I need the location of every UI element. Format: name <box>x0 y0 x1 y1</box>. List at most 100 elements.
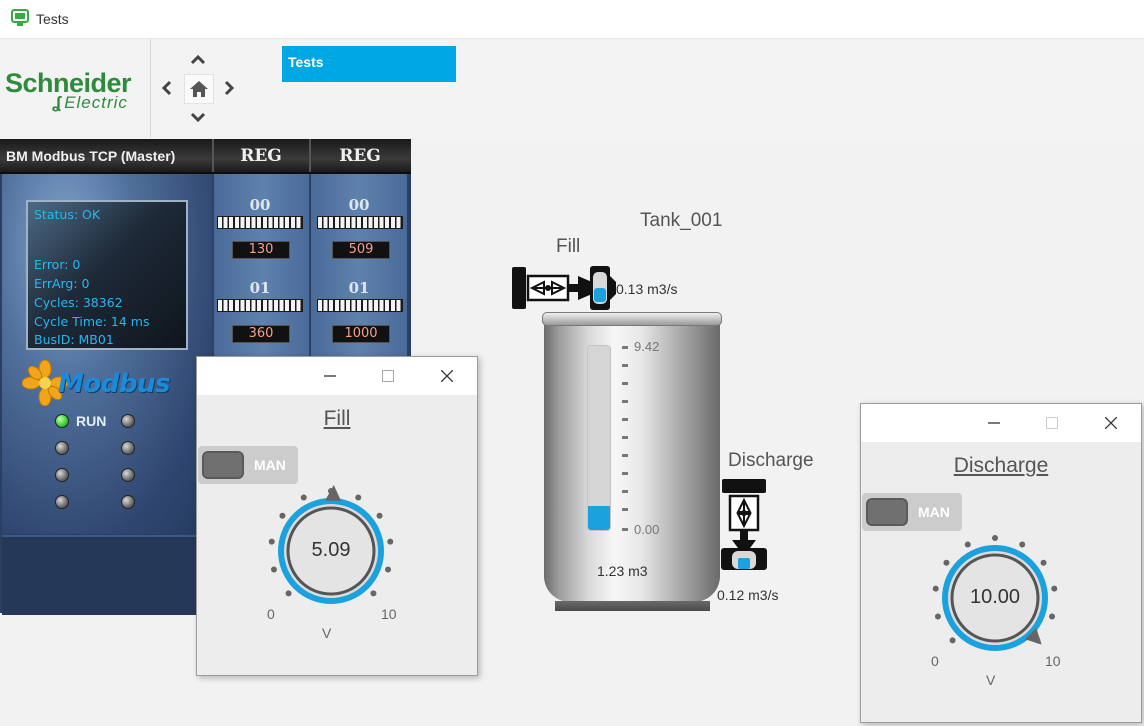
fill-knob-max: 10 <box>381 606 397 622</box>
knob-pointer <box>325 485 342 502</box>
fill-mode-label: MAN <box>254 457 286 473</box>
busid-text: BusID: MB01 <box>34 332 114 347</box>
reg-header-1: REG <box>240 146 282 166</box>
run-led <box>55 414 69 428</box>
discharge-mode-label: MAN <box>918 504 950 520</box>
modbus-logo: Modbus <box>58 369 170 399</box>
reg-index: 00 <box>348 196 370 214</box>
knob-scale-dot <box>1019 541 1026 548</box>
reg-bitbar <box>217 216 303 229</box>
discharge-mode-toggle[interactable]: MAN <box>862 493 962 531</box>
fill-mode-toggle[interactable]: MAN <box>198 446 298 484</box>
scale-tick <box>622 400 628 403</box>
knob-scale-dot <box>1040 559 1047 566</box>
knob-scale-dot <box>300 494 307 501</box>
reg-value: 130 <box>232 241 290 259</box>
run-label: RUN <box>76 413 107 429</box>
home-icon <box>190 81 208 97</box>
knob-scale-dot <box>279 512 286 519</box>
status-led <box>121 495 135 509</box>
scale-tick <box>622 454 628 457</box>
knob-scale-dot <box>376 512 383 519</box>
header-divider <box>309 139 311 172</box>
cycles-text: Cycles: 38362 <box>34 295 123 310</box>
knob-scale-dot <box>964 541 971 548</box>
nav-up-button[interactable] <box>185 46 211 72</box>
status-led <box>55 495 69 509</box>
minimize-button[interactable] <box>317 363 343 389</box>
brand-logo-icon: ʆ <box>52 93 63 112</box>
reg-index: 01 <box>249 279 271 297</box>
status-led <box>121 414 135 428</box>
chevron-up-icon <box>190 54 206 65</box>
knob-scale-dot <box>992 535 998 541</box>
reg-header-2: REG <box>339 146 381 166</box>
reg-bitbar <box>317 299 403 312</box>
brand-logo-sub: ʆ Electric <box>52 93 128 113</box>
scale-tick <box>622 418 628 421</box>
reg-value: 360 <box>232 325 290 343</box>
maximize-button[interactable] <box>375 363 401 389</box>
modbus-header-title: BM Modbus TCP (Master) <box>6 148 176 164</box>
scale-tick <box>622 508 628 511</box>
scale-tick <box>622 346 628 349</box>
reg-bitbar <box>317 216 403 229</box>
minimize-icon <box>324 375 336 377</box>
tank-name: Tank_001 <box>640 210 723 231</box>
tank-level-fill <box>588 506 610 530</box>
minimize-icon <box>988 422 1000 424</box>
knob-scale-dot <box>285 590 292 597</box>
knob-scale-dot <box>370 590 377 597</box>
close-button[interactable] <box>1098 410 1124 436</box>
maximize-icon <box>1046 417 1058 429</box>
scale-max-label: 9.42 <box>634 339 660 354</box>
maximize-icon <box>382 370 394 382</box>
knob-scale-dot <box>934 613 941 620</box>
reg-index: 00 <box>249 196 271 214</box>
chevron-down-icon <box>190 112 206 123</box>
nav-forward-button[interactable] <box>216 75 242 101</box>
nav-home-button[interactable] <box>184 74 214 104</box>
fill-valve-icon[interactable] <box>508 262 616 319</box>
fill-knob-unit: V <box>322 625 332 641</box>
tank-base <box>555 601 710 611</box>
fill-knob-min: 0 <box>267 606 275 622</box>
close-button[interactable] <box>434 363 460 389</box>
nav-back-button[interactable] <box>154 75 180 101</box>
discharge-setpoint-knob[interactable]: 10.00 <box>925 528 1065 668</box>
discharge-dialog-title: Discharge <box>953 454 1049 477</box>
fill-dialog-title: Fill <box>323 407 351 430</box>
scale-tick <box>622 364 628 367</box>
discharge-knob-unit: V <box>986 672 996 688</box>
scale-tick <box>622 490 628 493</box>
discharge-knob-min: 0 <box>931 653 939 669</box>
nav-down-button[interactable] <box>185 105 211 131</box>
knob-scale-dot <box>949 637 956 644</box>
cycle-time-text: Cycle Time: 14 ms <box>34 314 150 329</box>
knob-scale-dot <box>355 494 362 501</box>
window-titlebar <box>0 0 1144 39</box>
discharge-dialog: Discharge MAN 10.00 0 10 V <box>860 403 1142 723</box>
knob-scale-dot <box>385 566 392 573</box>
status-led <box>55 441 69 455</box>
window-title: Tests <box>36 11 69 27</box>
status-led <box>121 441 135 455</box>
error-text: Error: 0 <box>34 257 81 272</box>
close-icon <box>441 370 453 382</box>
fill-setpoint-knob[interactable]: 5.09 <box>261 481 401 621</box>
maximize-button[interactable] <box>1039 410 1065 436</box>
minimize-button[interactable] <box>981 410 1007 436</box>
status-led <box>121 468 135 482</box>
tab-tests[interactable]: Tests <box>282 46 456 82</box>
reg-value: 509 <box>332 241 390 259</box>
app-icon <box>11 9 29 27</box>
scale-tick <box>622 382 628 385</box>
discharge-valve-icon[interactable] <box>718 476 770 587</box>
toggle-knob <box>202 451 244 479</box>
status-text: Status: OK <box>34 207 101 222</box>
tank-level-bar <box>587 345 611 531</box>
tank-cap <box>542 312 722 326</box>
knob-scale-dot <box>943 559 950 566</box>
scale-min-label: 0.00 <box>634 522 660 537</box>
reg-bitbar <box>217 299 303 312</box>
